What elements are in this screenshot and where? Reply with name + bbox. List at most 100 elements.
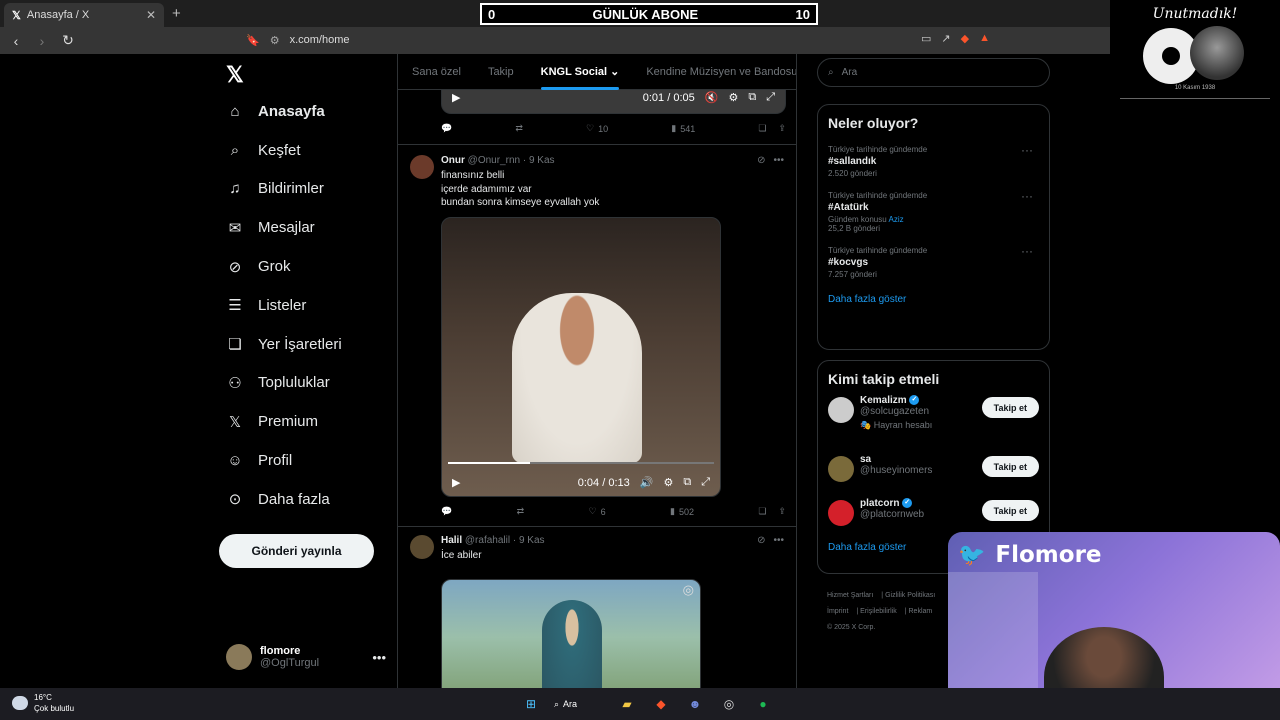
like-button[interactable]: ♡ 10 — [586, 123, 608, 134]
more-options-icon[interactable]: ··· — [1021, 189, 1033, 203]
more-options-icon[interactable]: ••• — [773, 535, 784, 546]
x-logo-icon[interactable]: 𝕏 — [226, 62, 244, 88]
bell-icon: ♫ — [229, 180, 241, 198]
forward-icon[interactable]: › — [32, 33, 52, 49]
share-icon[interactable]: ⇪ — [778, 123, 786, 134]
repost-icon[interactable]: ⇄ — [517, 506, 525, 517]
post-handle[interactable]: @Onur_rnn — [468, 155, 520, 166]
show-more-link[interactable]: Daha fazla göster — [828, 294, 1039, 305]
footer-link[interactable]: İmprint — [827, 608, 848, 615]
post[interactable]: Halil @rafahalil · 9 Kas ⊘ ••• İce abile… — [398, 526, 796, 688]
pip-icon[interactable]: ⧉ — [748, 91, 756, 104]
views-button[interactable]: ▮ 502 — [670, 506, 694, 517]
trend-item[interactable]: Türkiye tarihinde gündemde #kocvgs 7.257… — [828, 240, 1039, 286]
footer-link[interactable]: Erişilebilirlik — [860, 608, 897, 615]
brave-shield-icon[interactable]: ◆ — [961, 32, 969, 45]
reload-icon[interactable]: ↻ — [58, 32, 78, 49]
address-bar[interactable]: 🔖 ⚙ x.com/home — [246, 29, 996, 51]
more-icon: ⊙ — [228, 491, 242, 509]
sidebar-item-grok[interactable]: ⊘ Grok — [226, 247, 342, 286]
fullscreen-icon[interactable]: ⤢ — [766, 91, 775, 104]
post-date[interactable]: 9 Kas — [519, 535, 545, 546]
video-player[interactable]: ▶ 0:04 / 0:13 🔊 ⚙ ⧉ ⤢ — [441, 217, 721, 497]
site-info-icon[interactable]: ⚙ — [270, 34, 280, 47]
browser-tab[interactable]: 𝕏 Anasayfa / X ✕ — [4, 3, 164, 27]
mute-icon[interactable]: 🔇 — [705, 91, 719, 104]
discord-icon[interactable]: ☻ — [684, 693, 706, 715]
sidebar-item-premium[interactable]: 𝕏 Premium — [226, 402, 342, 441]
follow-suggestion[interactable]: Kemalizm ✓ @solcugazeten 🎭 Hayran hesabı… — [828, 395, 1039, 454]
taskbar-search[interactable]: ⌕ Ara — [554, 693, 604, 715]
post[interactable]: Onur @Onur_rnn · 9 Kas ⊘ ••• finansınız … — [398, 144, 796, 526]
sidebar-item-more[interactable]: ⊙ Daha fazla — [226, 480, 342, 519]
pip-icon[interactable]: ⧉ — [683, 476, 691, 489]
sidebar-item-bookmarks[interactable]: ❏ Yer İşaretleri — [226, 325, 341, 364]
sidebar-item-messages[interactable]: ✉ Mesajlar — [226, 208, 342, 247]
file-explorer-icon[interactable]: ▰ — [616, 693, 638, 715]
post-handle[interactable]: @rafahalil — [465, 535, 510, 546]
follow-button[interactable]: Takip et — [981, 456, 1039, 477]
new-tab-icon[interactable]: + — [172, 5, 181, 22]
sidebar-item-lists[interactable]: ☰ Listeler — [226, 286, 342, 325]
grok-icon[interactable]: ⊘ — [757, 155, 765, 166]
post-date[interactable]: 9 Kas — [529, 155, 555, 166]
trend-extra-link[interactable]: Aziz — [888, 215, 903, 224]
settings-icon[interactable]: ⚙ — [663, 476, 673, 489]
bookmark-icon[interactable]: ❏ — [758, 123, 766, 134]
account-switcher[interactable]: flomore @OglTurgul ••• — [226, 644, 386, 670]
trend-count: 2.520 gönderi — [828, 169, 877, 178]
close-tab-icon[interactable]: ✕ — [146, 8, 156, 22]
post-author[interactable]: Halil — [441, 535, 462, 546]
post-button[interactable]: Gönderi yayınla — [219, 534, 374, 568]
follow-suggestion[interactable]: sa @huseyinomers Takip et — [828, 454, 1039, 498]
more-options-icon[interactable]: ••• — [372, 650, 386, 665]
reply-icon[interactable]: 💬 — [441, 123, 452, 134]
tab-following[interactable]: Takip — [488, 66, 514, 78]
back-icon[interactable]: ‹ — [6, 33, 26, 49]
more-options-icon[interactable]: ••• — [773, 155, 784, 166]
post-author[interactable]: Onur — [441, 155, 465, 166]
tab-community[interactable]: Kendine Müzisyen ve Bandosu — [646, 66, 796, 78]
play-icon[interactable]: ▶ — [452, 91, 460, 104]
sidebar-item-communities[interactable]: ⚇ Topluluklar — [226, 364, 342, 403]
sidebar-item-notifications[interactable]: ♫ Bildirimler — [226, 170, 342, 209]
volume-icon[interactable]: 🔊 — [640, 476, 654, 489]
reply-icon[interactable]: 💬 — [441, 506, 452, 517]
sidebar-item-profile[interactable]: ☺ Profil — [226, 441, 342, 480]
sidebar-item-explore[interactable]: ⌕ Keşfet — [226, 131, 342, 170]
footer-link[interactable]: Reklam — [909, 608, 933, 615]
spotify-icon[interactable]: ● — [752, 693, 774, 715]
footer-link[interactable]: Gizlilik Politikası — [885, 592, 935, 599]
post-image[interactable]: ◎ — [441, 579, 701, 688]
more-options-icon[interactable]: ··· — [1021, 143, 1033, 157]
bookmark-icon[interactable]: ❏ — [758, 506, 766, 517]
windows-start-icon[interactable]: ⊞ — [520, 693, 542, 715]
like-button[interactable]: ♡ 6 — [589, 506, 606, 517]
footer-link[interactable]: Hizmet Şartları — [827, 592, 873, 599]
brave-browser-icon[interactable]: ◆ — [650, 693, 672, 715]
share-icon[interactable]: ⇪ — [778, 506, 786, 517]
sidebar-item-label: Daha fazla — [258, 490, 330, 508]
trend-item[interactable]: Türkiye tarihinde gündemde #Atatürk Günd… — [828, 185, 1039, 240]
fullscreen-icon[interactable]: ⤢ — [701, 476, 710, 489]
bookmark-page-icon[interactable]: 🔖 — [246, 34, 260, 47]
search-input[interactable]: ⌕ Ara — [817, 58, 1050, 87]
video-progress[interactable] — [448, 462, 714, 464]
trend-item[interactable]: Türkiye tarihinde gündemde #sallandık 2.… — [828, 139, 1039, 185]
views-button[interactable]: ▮ 541 — [671, 123, 695, 134]
settings-icon[interactable]: ⚙ — [728, 91, 738, 104]
brave-rewards-icon[interactable]: ▲ — [979, 32, 990, 45]
follow-button[interactable]: Takip et — [981, 500, 1039, 521]
repost-icon[interactable]: ⇄ — [515, 123, 523, 134]
obs-icon[interactable]: ◎ — [718, 693, 740, 715]
share-icon[interactable]: ↗ — [941, 32, 950, 45]
tab-kngl-social[interactable]: KNGL Social ⌄ — [540, 65, 619, 90]
weather-widget[interactable]: 16°C Çok bulutlu — [12, 692, 74, 714]
screen-icon[interactable]: ▭ — [921, 32, 931, 45]
grok-icon[interactable]: ⊘ — [757, 535, 765, 546]
play-icon[interactable]: ▶ — [452, 476, 460, 489]
sidebar-item-home[interactable]: ⌂ Anasayfa — [226, 92, 342, 131]
more-options-icon[interactable]: ··· — [1021, 244, 1033, 258]
follow-button[interactable]: Takip et — [981, 397, 1039, 418]
tab-for-you[interactable]: Sana özel — [412, 66, 461, 78]
